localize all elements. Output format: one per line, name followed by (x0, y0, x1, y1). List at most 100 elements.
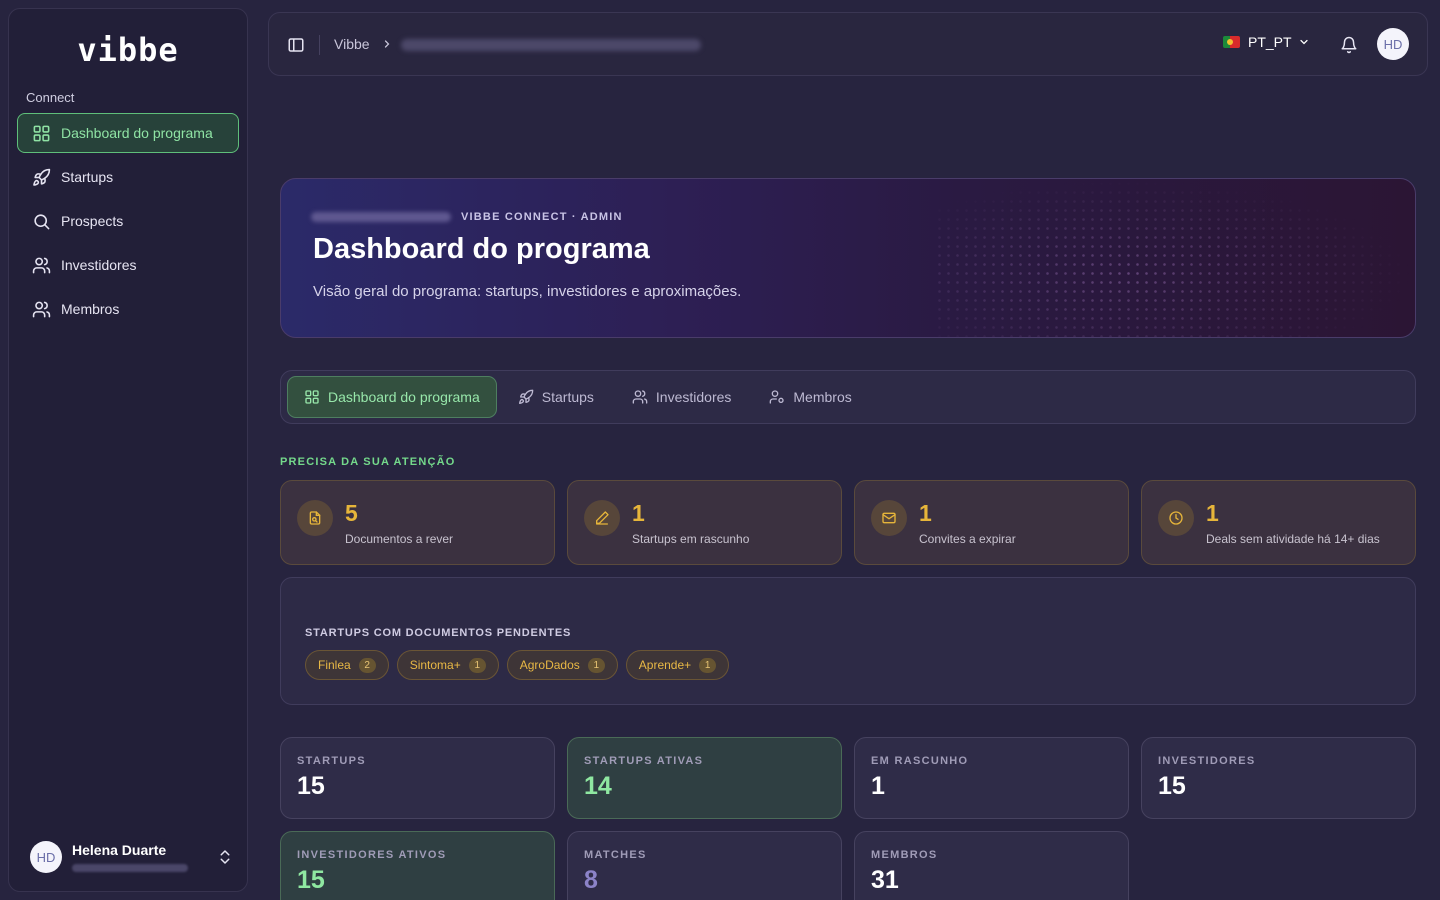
language-selector[interactable]: PT_PT (1223, 34, 1310, 50)
breadcrumb-home[interactable]: Vibbe (334, 36, 370, 52)
sidebar-item-investidores[interactable]: Investidores (17, 245, 239, 285)
chip-label: Finlea (318, 658, 351, 672)
grid-icon (33, 125, 50, 141)
startup-chip[interactable]: Finlea 2 (305, 650, 389, 680)
users-icon (32, 257, 51, 273)
tab-bar: Dashboard do programa Startups Investido… (280, 370, 1416, 424)
hero-kicker: VIBBE CONNECT · ADMIN (461, 211, 623, 223)
tab-startups[interactable]: Startups (501, 376, 611, 418)
page-title: Dashboard do programa (313, 233, 650, 265)
alert-count: 5 (345, 500, 358, 526)
alert-count: 1 (919, 500, 932, 526)
grid-icon (305, 390, 319, 404)
chip-count: 2 (358, 657, 376, 673)
tab-label: Investidores (655, 389, 732, 405)
stat-card-membros: MEMBROS 31 (854, 831, 1129, 900)
alert-card-convites[interactable]: 1 Convites a expirar (854, 480, 1129, 565)
breadcrumb-current-redacted (401, 39, 701, 51)
alert-count: 1 (1206, 500, 1219, 526)
sidebar-item-dashboard[interactable]: Dashboard do programa (17, 113, 239, 153)
stat-value: 14 (584, 772, 612, 800)
sidebar-item-label: Investidores (61, 257, 137, 273)
tab-label: Dashboard do programa (328, 389, 480, 405)
users-icon (632, 390, 648, 404)
page-subtitle: Visão geral do programa: startups, inves… (313, 283, 742, 300)
stat-label: INVESTIDORES (1158, 755, 1256, 767)
alert-card-deals[interactable]: 1 Deals sem atividade há 14+ dias (1141, 480, 1416, 565)
bell-icon[interactable] (1340, 36, 1358, 54)
stat-card-investidores-ativos: INVESTIDORES ATIVOS 15 (280, 831, 555, 900)
chevron-down-icon (1299, 39, 1308, 45)
clock-icon (1169, 511, 1183, 525)
stat-card-startups-ativas: STARTUPS ATIVAS 14 (567, 737, 842, 819)
stat-card-matches: MATCHES 8 (567, 831, 842, 900)
user-name: Helena Duarte (72, 842, 167, 858)
stat-card-investidores: INVESTIDORES 15 (1141, 737, 1416, 819)
file-icon (309, 511, 321, 525)
rocket-icon (33, 168, 51, 186)
sidebar-item-label: Membros (61, 301, 120, 317)
avatar: HD (30, 841, 62, 873)
page-hero: VIBBE CONNECT · ADMIN Dashboard do progr… (280, 178, 1416, 338)
tab-label: Startups (541, 389, 594, 405)
tab-label: Membros (793, 389, 852, 405)
alert-card-documentos[interactable]: 5 Documentos a rever (280, 480, 555, 565)
search-icon (34, 213, 50, 229)
sidebar-toggle-icon[interactable] (287, 36, 305, 54)
stat-label: MEMBROS (871, 849, 938, 861)
vibbe-logo[interactable]: vibbe (9, 31, 247, 69)
tab-investidores[interactable]: Investidores (615, 376, 748, 418)
pending-documents-panel: STARTUPS COM DOCUMENTOS PENDENTES Finlea… (280, 577, 1416, 705)
tab-dashboard[interactable]: Dashboard do programa (287, 376, 497, 418)
chip-label: Aprende+ (638, 658, 692, 672)
stat-value: 15 (1158, 772, 1186, 800)
stat-value: 31 (871, 866, 899, 894)
sidebar-item-label: Prospects (61, 213, 124, 229)
attention-section-title: PRECISA DA SUA ATENÇÃO (280, 456, 456, 468)
alert-card-rascunho[interactable]: 1 Startups em rascunho (567, 480, 842, 565)
sidebar-item-membros[interactable]: Membros (17, 289, 239, 329)
stat-label: STARTUPS (297, 755, 366, 767)
sidebar-nav: Dashboard do programa Startups Prospects… (17, 113, 239, 333)
stat-label: EM RASCUNHO (871, 755, 969, 767)
alert-label: Deals sem atividade há 14+ dias (1206, 532, 1380, 546)
top-bar: Vibbe PT_PT HD (268, 12, 1428, 76)
alert-label: Convites a expirar (919, 532, 1016, 546)
mail-icon (882, 512, 896, 524)
chevron-right-icon (384, 40, 390, 48)
stat-value: 1 (871, 772, 885, 800)
stat-label: MATCHES (584, 849, 647, 861)
startup-chip[interactable]: AgroDados 1 (506, 650, 618, 680)
users-icon (32, 301, 51, 317)
stat-value: 15 (297, 772, 325, 800)
avatar[interactable]: HD (1377, 28, 1409, 60)
chevrons-up-down-icon (220, 850, 230, 864)
alert-count: 1 (632, 500, 645, 526)
decorative-dot-pattern (935, 179, 1415, 337)
startup-chip[interactable]: Aprende+ 1 (625, 650, 730, 680)
sidebar-item-label: Startups (61, 169, 114, 185)
sidebar-item-startups[interactable]: Startups (17, 157, 239, 197)
stat-label: INVESTIDORES ATIVOS (297, 849, 447, 861)
portugal-flag-icon (1223, 36, 1240, 48)
startup-chip[interactable]: Sintoma+ 1 (396, 650, 499, 680)
user-cog-icon (770, 390, 785, 404)
stat-label: STARTUPS ATIVAS (584, 755, 704, 767)
language-label: PT_PT (1248, 34, 1292, 50)
hero-kicker-redacted (311, 212, 451, 222)
alert-label: Documentos a rever (345, 532, 454, 546)
sidebar-item-label: Dashboard do programa (61, 125, 213, 141)
pending-documents-title: STARTUPS COM DOCUMENTOS PENDENTES (305, 627, 572, 639)
chip-label: AgroDados (519, 658, 580, 672)
tab-membros[interactable]: Membros (752, 376, 868, 418)
chip-count: 1 (699, 657, 717, 673)
sidebar-item-prospects[interactable]: Prospects (17, 201, 239, 241)
pencil-icon (596, 511, 609, 525)
user-email-redacted (72, 864, 188, 872)
chip-count: 1 (587, 657, 605, 673)
chip-label: Sintoma+ (409, 658, 461, 672)
stat-value: 15 (297, 866, 325, 894)
stat-value: 8 (584, 866, 598, 894)
user-menu[interactable]: HD Helena Duarte (30, 839, 236, 875)
sidebar-section-label: Connect (26, 90, 75, 105)
